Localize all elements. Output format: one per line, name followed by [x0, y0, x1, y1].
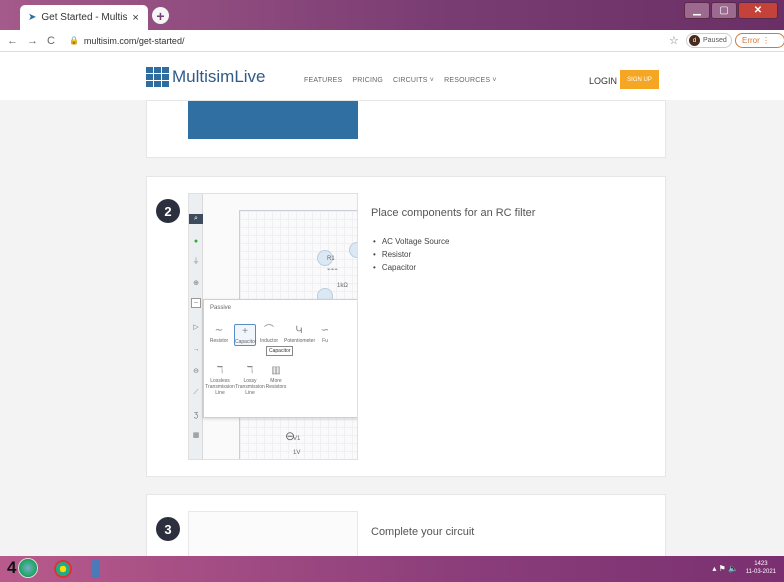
bullet-ac-source: AC Voltage Source [373, 237, 450, 246]
url-field[interactable]: multisim.com/get-started/ [84, 36, 185, 46]
reload-icon[interactable]: C [47, 35, 55, 47]
source-icon: ⊕ [193, 280, 199, 287]
site-header: MultisimLive FEATURES PRICING CIRCUITS ˅… [0, 52, 784, 100]
tab-title: Get Started - Multisim Liv [41, 12, 128, 23]
switch-icon: ⟋ [193, 389, 199, 396]
diode-icon: → [192, 345, 200, 353]
potentiometer-item[interactable]: Կ Potentiometer [284, 324, 315, 344]
transistor-icon: ⊖ [193, 368, 199, 375]
logo-icon [146, 67, 169, 87]
step-1-card [146, 100, 666, 158]
step-3-number: 3 [156, 517, 180, 541]
signup-button[interactable]: SIGN UP [620, 70, 659, 89]
browser-tab[interactable]: ➤ Get Started - Multisim Liv × [20, 5, 148, 30]
probe-icon: ● [193, 237, 199, 245]
editor-screenshot: ⌕ ● ⏚ ⊕ ~ ▷ → ⊖ ⟋ Ʒ ▦ R1 ⌁⌁⌁ 1kΩ Passive… [188, 193, 358, 460]
windows-taskbar: 4 ▴ ⚑ 🔈 1423 11-03-2021 [0, 556, 784, 582]
editor-search-icon: ⌕ [189, 214, 203, 224]
step-1-image [188, 101, 358, 139]
site-logo[interactable]: MultisimLive [146, 67, 266, 87]
resistor-item[interactable]: ∼ Resistor [208, 324, 230, 344]
menu-pricing[interactable]: PRICING [352, 77, 383, 84]
start-orb-icon[interactable] [18, 558, 39, 578]
login-link[interactable]: LOGIN [589, 76, 617, 86]
app-icon[interactable] [92, 560, 100, 578]
r1-label: R1 [327, 256, 335, 262]
error-button[interactable]: Error ⋮ [735, 33, 784, 48]
passive-components-panel: Passive ∼ Resistor + Capacitor ⌒ Inductor Կ… [203, 299, 357, 418]
step-2-number: 2 [156, 199, 180, 223]
tab-favicon-icon: ➤ [28, 12, 37, 23]
close-window-button[interactable]: ✕ [738, 2, 778, 19]
bookmark-star-icon[interactable]: ☆ [669, 34, 679, 47]
maximize-button[interactable]: ▢ [711, 2, 737, 19]
step-3-card: 3 Complete your circuit [146, 494, 666, 565]
lossless-line-item[interactable]: ℸ Lossless Transmission Line [204, 364, 236, 396]
capacitor-tooltip: Capacitor [266, 346, 294, 356]
more-resistors-item[interactable]: ▥ More Resistors [264, 364, 288, 390]
site-menu: FEATURES PRICING CIRCUITS ˅ RESOURCES ˅ [304, 77, 497, 84]
taskbar-start[interactable]: 4 [7, 558, 39, 578]
editor-toolstrip: ⌕ ● ⏚ ⊕ ~ ▷ → ⊖ ⟋ Ʒ ▦ [189, 194, 203, 459]
logo-text: MultisimLive [172, 67, 266, 86]
chip-icon: ▦ [192, 432, 200, 439]
lossy-line-item[interactable]: ℸ Lossy Transmission Line [234, 364, 266, 396]
r1-value: 1kΩ [337, 283, 348, 289]
lock-icon: 🔒 [68, 36, 79, 45]
probe-circle-2 [349, 242, 357, 258]
chrome-icon[interactable] [54, 560, 72, 578]
profile-status: Paused [703, 37, 727, 44]
menu-circuits[interactable]: CIRCUITS ˅ [393, 77, 434, 84]
back-icon[interactable]: ← [7, 35, 18, 47]
step-2-card: 2 ⌕ ● ⏚ ⊕ ~ ▷ → ⊖ ⟋ Ʒ ▦ R1 ⌁⌁⌁ 1kΩ Passi… [146, 176, 666, 477]
step-2-bullets: AC Voltage Source Resistor Capacitor [373, 237, 450, 276]
tray-clock[interactable]: 1423 11-03-2021 [746, 560, 776, 576]
minimize-button[interactable]: ▁ [684, 2, 710, 19]
menu-features[interactable]: FEATURES [304, 77, 342, 84]
step-3-title: Complete your circuit [371, 526, 475, 538]
passive-icon: ~ [191, 298, 201, 308]
amp-icon: ▷ [193, 324, 199, 331]
capacitor-item[interactable]: + Capacitor [234, 324, 256, 346]
bullet-resistor: Resistor [373, 250, 449, 259]
avatar: d [689, 35, 700, 46]
tray-icons[interactable]: ▴ ⚑ 🔈 [712, 564, 738, 573]
fuse-item[interactable]: ∽ Fu [316, 324, 334, 344]
profile-button[interactable]: d Paused [686, 33, 732, 48]
forward-icon[interactable]: → [27, 35, 38, 47]
logic-icon: Ʒ [193, 411, 199, 419]
inductor-item[interactable]: ⌒ Inductor [258, 324, 280, 344]
new-tab-button[interactable]: + [152, 7, 169, 24]
step-2-title: Place components for an RC filter [371, 207, 536, 219]
taskbar-left-text: 4 [7, 558, 17, 577]
browser-titlebar: ➤ Get Started - Multisim Liv × + ▁ ▢ ✕ [0, 0, 784, 30]
bullet-capacitor: Capacitor [373, 263, 449, 272]
address-bar: ← → C 🔒 multisim.com/get-started/ ☆ d Pa… [0, 30, 784, 52]
panel-title: Passive [210, 305, 232, 311]
menu-resources[interactable]: RESOURCES ˅ [444, 77, 497, 84]
v1-value: 1V [293, 450, 301, 456]
v1-label: V1 [293, 436, 301, 442]
ground-icon: ⏚ [192, 258, 200, 265]
tab-close-icon[interactable]: × [132, 12, 138, 24]
window-controls: ▁ ▢ ✕ [684, 2, 778, 19]
resistor-symbol: ⌁⌁⌁ [327, 267, 338, 273]
